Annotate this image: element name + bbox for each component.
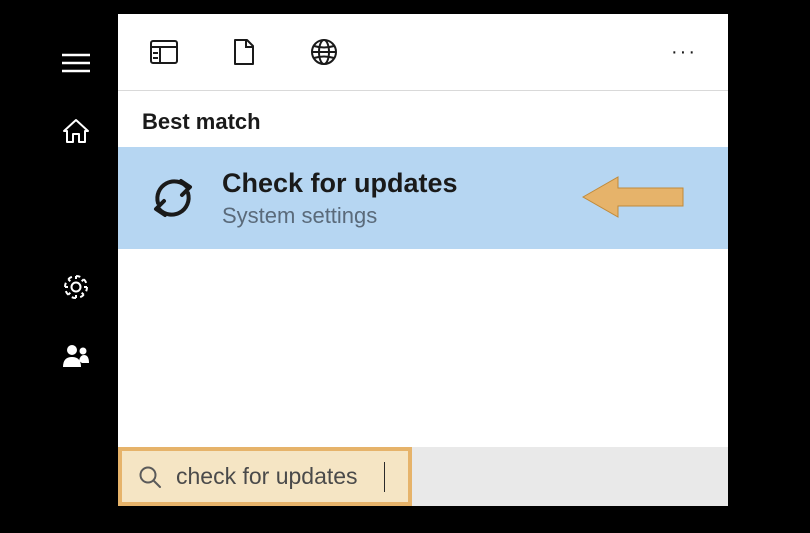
search-area [118, 447, 728, 506]
apps-icon [150, 40, 178, 64]
text-caret [384, 462, 385, 492]
globe-icon [310, 38, 338, 66]
search-box[interactable] [118, 447, 412, 506]
more-button[interactable]: ··· [662, 30, 706, 74]
document-icon [233, 38, 255, 66]
home-button[interactable] [51, 106, 101, 156]
documents-filter-button[interactable] [222, 30, 266, 74]
web-filter-button[interactable] [302, 30, 346, 74]
apps-filter-button[interactable] [142, 30, 186, 74]
hamburger-icon [62, 53, 90, 73]
search-icon [138, 465, 162, 489]
search-panel: ··· Best match Check for updates System … [34, 14, 728, 506]
result-check-for-updates[interactable]: Check for updates System settings [118, 147, 728, 249]
result-title: Check for updates [222, 167, 458, 199]
settings-button[interactable] [51, 262, 101, 312]
hamburger-menu-button[interactable] [51, 38, 101, 88]
search-input[interactable] [176, 463, 386, 490]
result-text: Check for updates System settings [222, 167, 458, 229]
arrow-left-icon [578, 172, 688, 222]
section-header: Best match [118, 91, 728, 147]
people-button[interactable] [51, 330, 101, 380]
filter-toolbar: ··· [118, 14, 728, 91]
refresh-icon [142, 167, 204, 229]
home-icon [62, 118, 90, 144]
sidebar [34, 14, 118, 506]
results-content: ··· Best match Check for updates System … [118, 14, 728, 506]
people-icon [62, 343, 90, 367]
annotation-arrow [578, 172, 688, 227]
result-subtitle: System settings [222, 203, 458, 229]
ellipsis-icon: ··· [671, 41, 697, 64]
gear-icon [62, 273, 90, 301]
